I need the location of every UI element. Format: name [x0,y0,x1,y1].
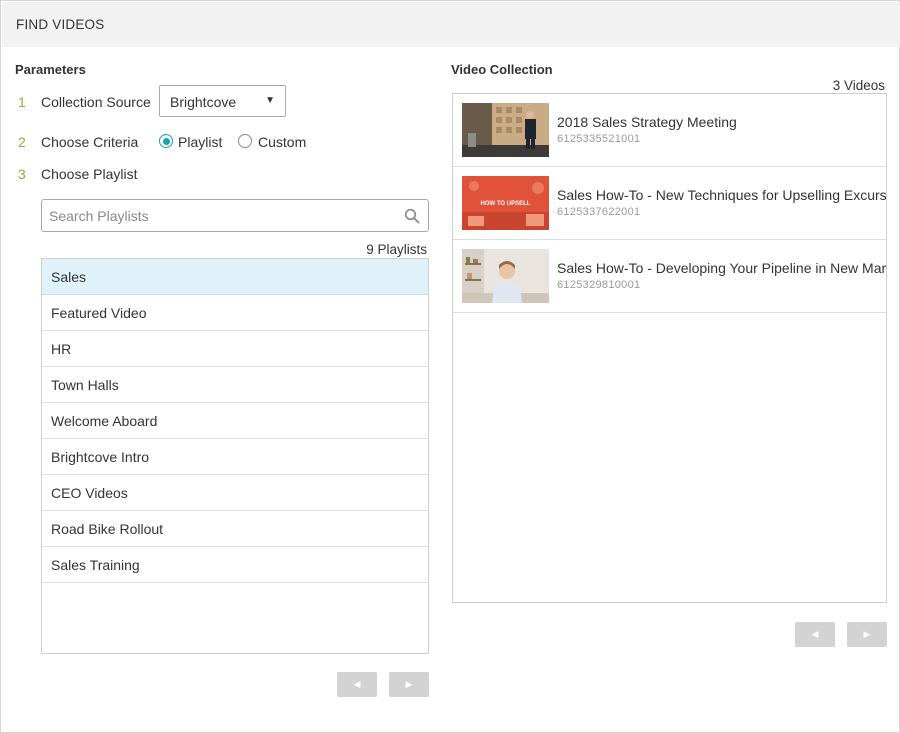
video-title: Sales How-To - New Techniques for Upsell… [557,187,886,203]
playlist-list: Sales Featured Video HR Town Halls Welco… [41,258,429,654]
video-thumbnail-upsell: HOW TO UPSELL [462,176,549,230]
video-list: 2018 Sales Strategy Meeting 612533552100… [452,93,887,603]
video-thumbnail-presenter [462,103,549,157]
playlist-count: 9 Playlists [366,242,427,257]
video-prev-page-button[interactable]: ◀ [795,622,835,647]
playlist-search-input[interactable] [49,207,399,225]
video-next-page-button[interactable]: ▶ [847,622,887,647]
arrow-left-icon: ◀ [353,679,361,689]
panel-header: FIND VIDEOS [2,2,900,47]
playlist-next-page-button[interactable]: ▶ [389,672,429,697]
criteria-playlist-label[interactable]: Playlist [178,134,222,150]
video-item[interactable]: Sales How-To - Developing Your Pipeline … [453,240,886,313]
playlist-prev-page-button[interactable]: ◀ [337,672,377,697]
parameters-heading: Parameters [15,62,86,77]
video-title: Sales How-To - Developing Your Pipeline … [557,260,886,276]
step-number-3: 3 [18,166,26,182]
playlist-item-road-bike-rollout[interactable]: Road Bike Rollout [42,511,428,547]
criteria-playlist-radio[interactable] [159,134,173,148]
arrow-left-icon: ◀ [811,629,819,639]
video-id: 6125335521001 [557,133,641,145]
step-number-1: 1 [18,94,26,110]
arrow-right-icon: ▶ [863,629,871,639]
arrow-right-icon: ▶ [405,679,413,689]
playlist-item-welcome-aboard[interactable]: Welcome Aboard [42,403,428,439]
playlist-item-ceo-videos[interactable]: CEO Videos [42,475,428,511]
choose-playlist-label: Choose Playlist [41,166,138,182]
collection-source-label: Collection Source [41,94,151,110]
criteria-custom-radio[interactable] [238,134,252,148]
playlist-item-hr[interactable]: HR [42,331,428,367]
criteria-custom-label[interactable]: Custom [258,134,306,150]
video-collection-heading: Video Collection [451,62,553,77]
playlist-search [41,199,429,232]
video-thumbnail-person [462,249,549,303]
playlist-item-featured-video[interactable]: Featured Video [42,295,428,331]
playlist-item-sales[interactable]: Sales [42,259,428,295]
thumbnail-caption: HOW TO UPSELL [481,201,531,207]
video-id: 6125329810001 [557,279,641,291]
video-title: 2018 Sales Strategy Meeting [557,114,737,130]
video-item[interactable]: 2018 Sales Strategy Meeting 612533552100… [453,94,886,167]
collection-source-select[interactable]: Brightcove ▼ [159,85,286,117]
video-item[interactable]: HOW TO UPSELL Sales How-To - New Techniq… [453,167,886,240]
step-number-2: 2 [18,134,26,150]
panel-title: FIND VIDEOS [16,17,105,32]
choose-criteria-label: Choose Criteria [41,134,139,150]
search-icon[interactable] [404,208,420,224]
playlist-item-brightcove-intro[interactable]: Brightcove Intro [42,439,428,475]
video-id: 6125337622001 [557,206,641,218]
playlist-item-town-halls[interactable]: Town Halls [42,367,428,403]
chevron-down-icon: ▼ [265,95,275,106]
video-count: 3 Videos [832,78,885,93]
collection-source-value: Brightcove [170,94,237,110]
playlist-item-sales-training[interactable]: Sales Training [42,547,428,583]
find-videos-panel: FIND VIDEOS Parameters 1 Collection Sour… [0,0,900,733]
